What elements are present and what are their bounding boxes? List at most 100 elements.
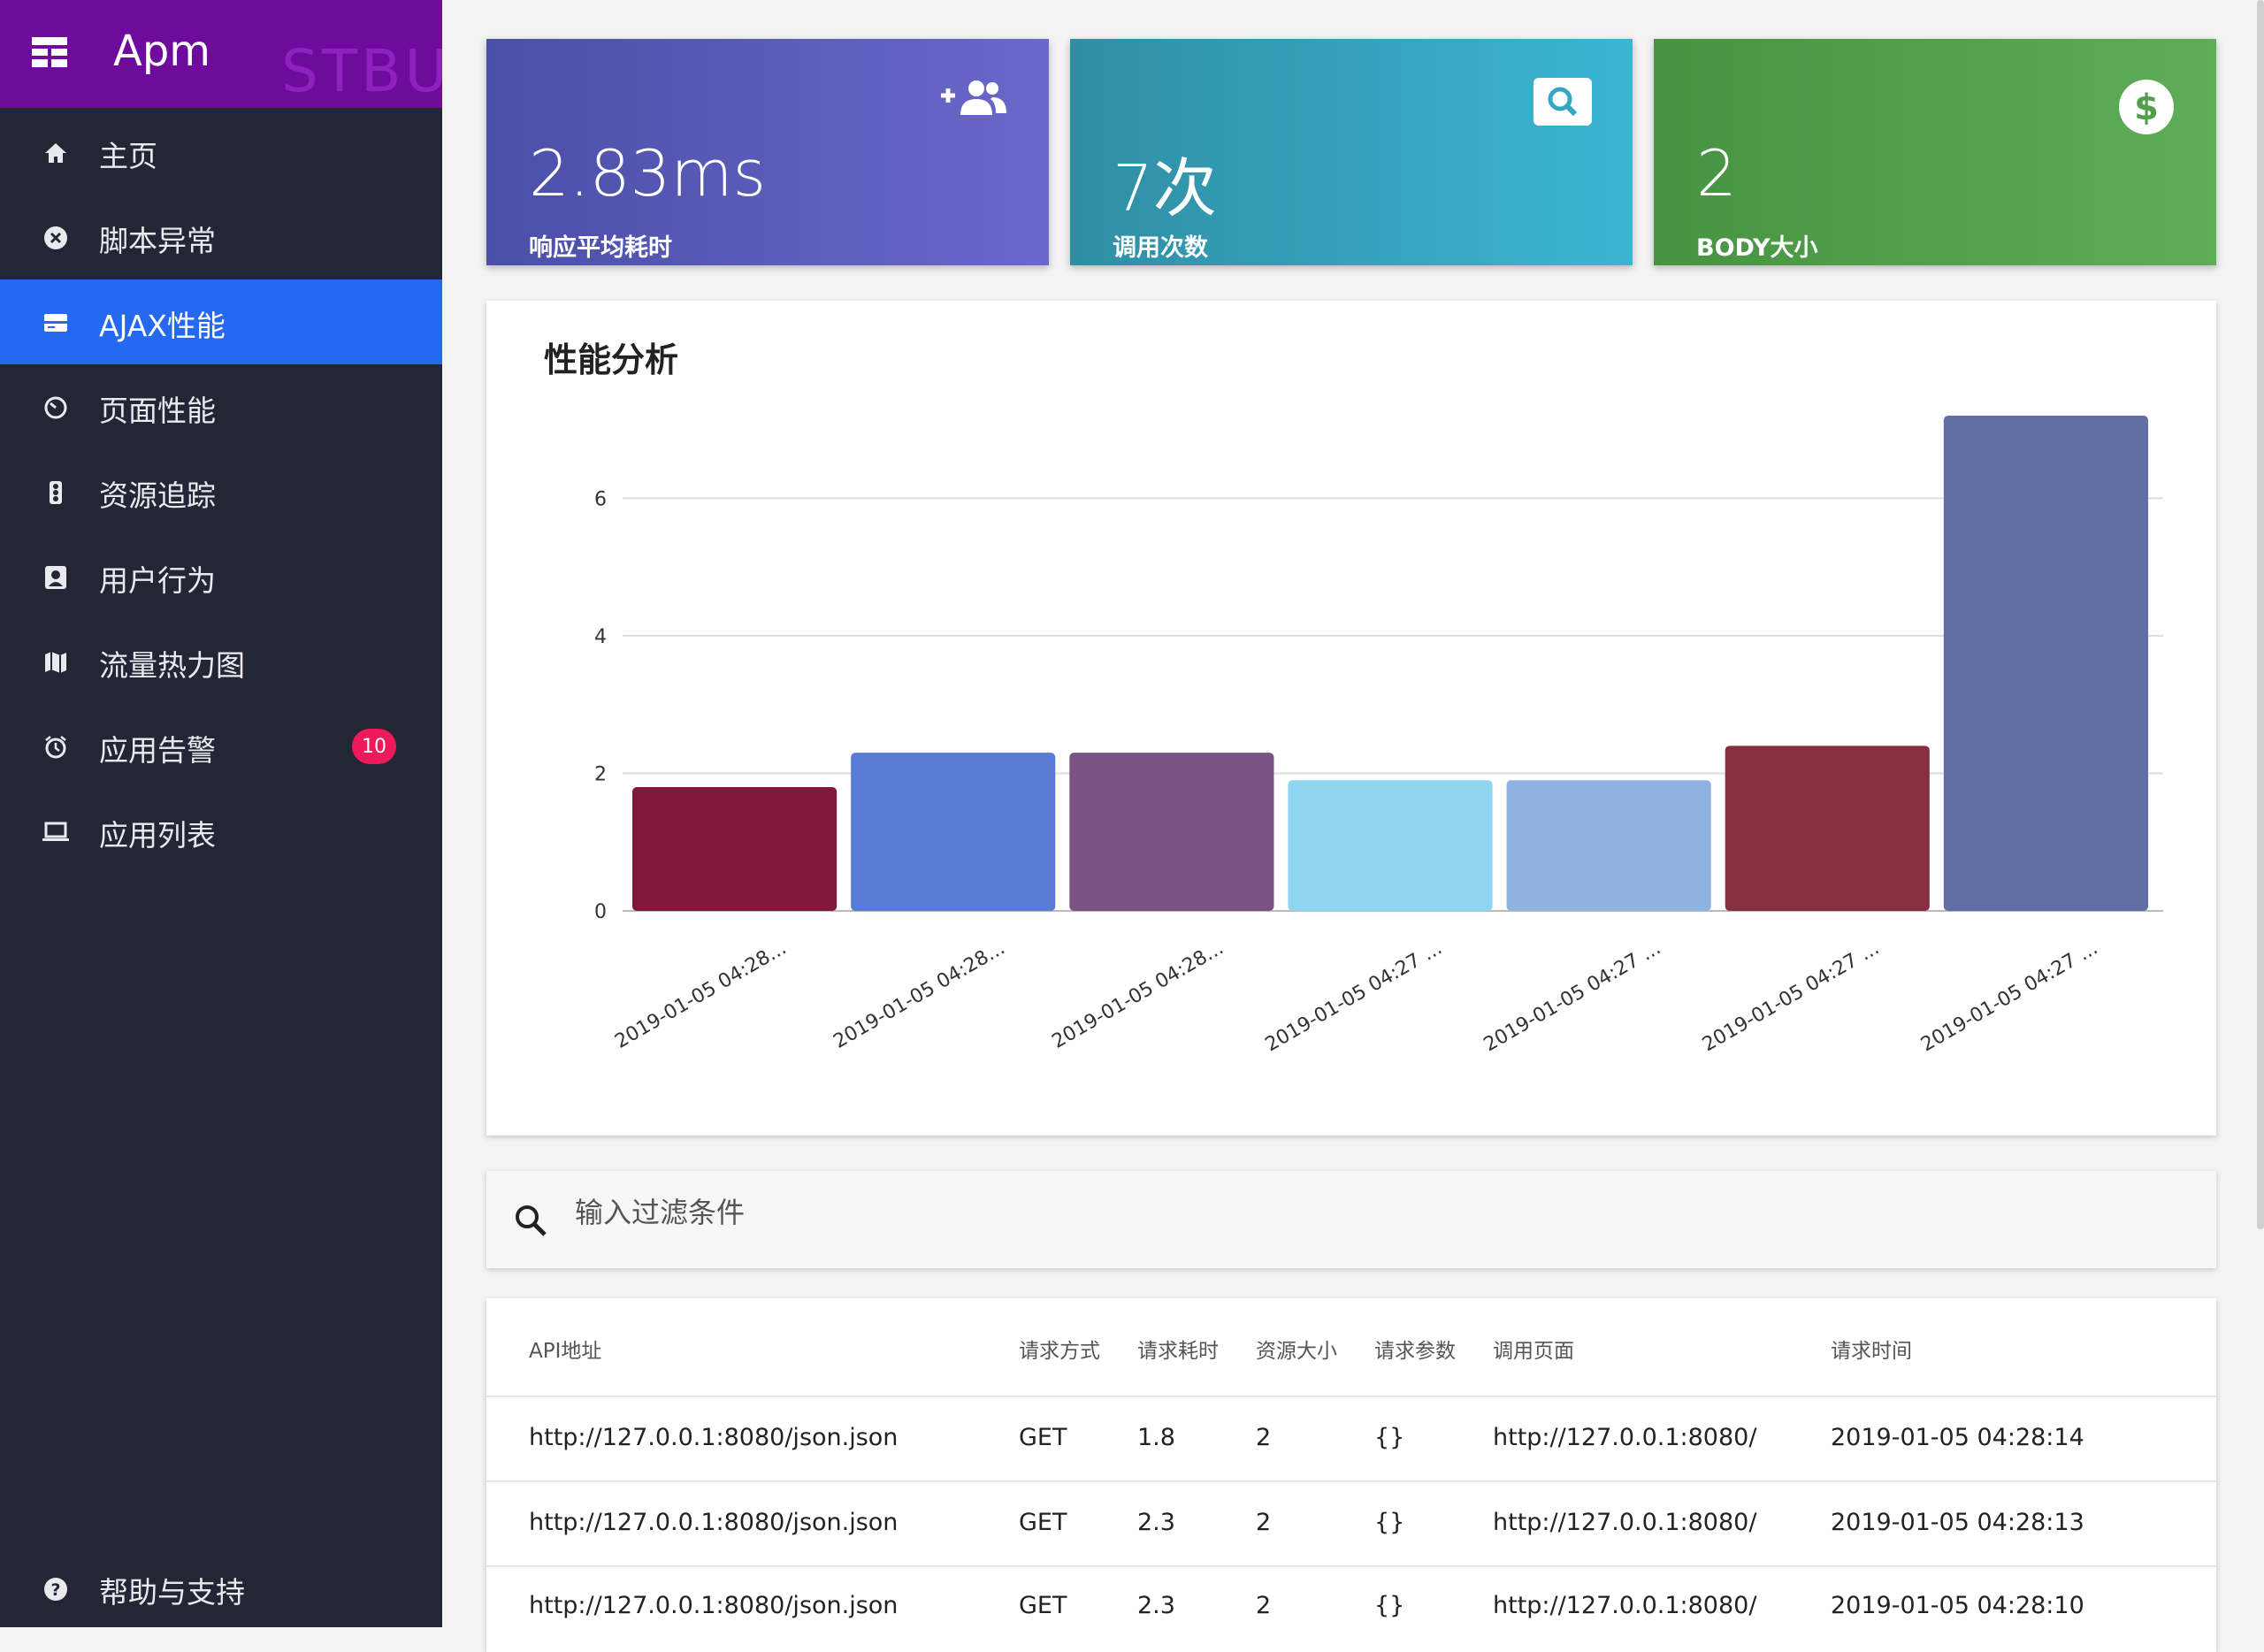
sidebar-item-page-performance[interactable]: 页面性能 — [0, 364, 442, 449]
filter-input[interactable] — [573, 1185, 1638, 1240]
cell-api-url: http://127.0.0.1:8080/json.json — [529, 1592, 899, 1619]
sidebar: Apm STBUI 主页 脚本异常 AJAX性能 页面性能 资源追踪 — [0, 0, 442, 1627]
menu-grid-icon[interactable] — [32, 37, 67, 67]
chart-bar[interactable] — [1943, 416, 2148, 911]
cell-api-url: http://127.0.0.1:8080/json.json — [529, 1509, 899, 1536]
column-header-api[interactable]: API地址 — [529, 1334, 601, 1364]
alert-count-badge: 10 — [352, 729, 396, 764]
cell-size: 2 — [1256, 1509, 1272, 1536]
app-title: Apm — [113, 27, 211, 76]
cell-method: GET — [1019, 1424, 1067, 1451]
column-header-params[interactable]: 请求参数 — [1374, 1334, 1456, 1364]
account-box-icon — [42, 564, 69, 591]
stat-label: 响应平均耗时 — [529, 234, 672, 262]
sidebar-item-label: 用户行为 — [99, 563, 216, 598]
cell-params: {} — [1374, 1424, 1405, 1451]
table-divider — [486, 1480, 2216, 1482]
table-divider — [486, 1565, 2216, 1567]
sidebar-item-label: 应用列表 — [99, 818, 216, 853]
sidebar-item-label: 应用告警 — [99, 733, 216, 768]
cell-method: GET — [1019, 1509, 1067, 1536]
column-header-time[interactable]: 请求时间 — [1831, 1334, 1912, 1364]
cell-method: GET — [1019, 1592, 1067, 1619]
cell-params: {} — [1374, 1592, 1405, 1619]
stat-label: 调用次数 — [1113, 234, 1208, 262]
x-tick-label: 2019-01-05 04:27 ... — [1480, 937, 1664, 1057]
x-tick-label: 2019-01-05 04:28... — [611, 937, 790, 1053]
cell-page: http://127.0.0.1:8080/ — [1493, 1424, 1757, 1451]
performance-bar-chart: 0 2 4 6 2019-01-05 04:28... 2019-01-05 04:28.… — [594, 416, 2163, 1057]
cell-api-url: http://127.0.0.1:8080/json.json — [529, 1424, 899, 1451]
cell-size: 2 — [1256, 1424, 1272, 1451]
cell-page: http://127.0.0.1:8080/ — [1493, 1509, 1757, 1536]
column-header-duration[interactable]: 请求耗时 — [1137, 1334, 1219, 1364]
y-tick-label: 4 — [594, 626, 607, 648]
x-tick-label: 2019-01-05 04:27 ... — [1262, 937, 1446, 1057]
y-tick-label: 2 — [594, 763, 607, 785]
stat-value: 2.83ms — [529, 136, 766, 210]
x-tick-label: 2019-01-05 04:28... — [830, 937, 1008, 1053]
cell-duration: 1.8 — [1137, 1424, 1175, 1451]
x-tick-label: 2019-01-05 04:27 ... — [1699, 937, 1883, 1057]
column-header-page[interactable]: 调用页面 — [1493, 1334, 1574, 1364]
cell-time: 2019-01-05 04:28:13 — [1831, 1509, 2084, 1536]
cell-time: 2019-01-05 04:28:14 — [1831, 1424, 2084, 1451]
cell-duration: 2.3 — [1137, 1509, 1175, 1536]
chart-bar[interactable] — [1069, 753, 1274, 911]
y-tick-label: 0 — [594, 901, 607, 923]
card-icon — [42, 310, 69, 336]
chart-bar[interactable] — [1725, 746, 1930, 911]
sidebar-item-help[interactable]: ? 帮助与支持 — [0, 1546, 442, 1631]
search-icon — [1534, 78, 1592, 126]
chart-bar[interactable] — [1288, 780, 1493, 911]
sidebar-item-ajax-performance[interactable]: AJAX性能 — [0, 279, 442, 364]
cell-page: http://127.0.0.1:8080/ — [1493, 1592, 1757, 1619]
sidebar-item-traffic-heatmap[interactable]: 流量热力图 — [0, 619, 442, 704]
brand-header: Apm STBUI — [0, 0, 442, 108]
x-tick-label: 2019-01-05 04:27 ... — [1917, 937, 2101, 1057]
chart-bar[interactable] — [851, 753, 1056, 911]
sidebar-item-label: AJAX性能 — [99, 309, 226, 343]
performance-chart-panel: 性能分析 0 2 4 6 2019-01-05 04:28... 2019-01-05 0… — [486, 301, 2216, 1136]
chart-bar[interactable] — [632, 787, 838, 911]
dollar-icon: $ — [2119, 80, 2174, 134]
sidebar-item-label: 流量热力图 — [99, 648, 245, 683]
page-scrollbar[interactable] — [2257, 0, 2264, 1229]
stat-card-call-count: 7次 调用次数 — [1070, 39, 1633, 265]
stat-value: 2 — [1696, 136, 1737, 210]
svg-text:?: ? — [50, 1580, 60, 1600]
chart-bar[interactable] — [1506, 780, 1711, 911]
search-icon[interactable] — [513, 1203, 548, 1238]
stat-value: 7次 — [1113, 151, 1217, 226]
add-group-icon — [941, 80, 1006, 115]
column-header-size[interactable]: 资源大小 — [1256, 1334, 1337, 1364]
sidebar-item-user-behavior[interactable]: 用户行为 — [0, 534, 442, 619]
column-header-method[interactable]: 请求方式 — [1019, 1334, 1100, 1364]
sidebar-item-label: 主页 — [99, 139, 157, 173]
help-icon: ? — [42, 1576, 69, 1602]
cell-duration: 2.3 — [1137, 1592, 1175, 1619]
laptop-icon — [42, 819, 69, 845]
traffic-icon — [42, 479, 69, 506]
sidebar-item-label: 资源追踪 — [99, 478, 216, 513]
svg-text:$: $ — [2134, 88, 2159, 128]
cell-params: {} — [1374, 1509, 1405, 1536]
sidebar-item-label: 脚本异常 — [99, 224, 216, 258]
y-tick-label: 6 — [594, 488, 607, 510]
stat-card-body-size: 2 BODY大小 $ — [1654, 39, 2216, 265]
map-icon — [42, 649, 69, 676]
sidebar-item-script-errors[interactable]: 脚本异常 — [0, 195, 442, 279]
sidebar-item-label: 页面性能 — [99, 394, 216, 428]
sidebar-item-app-alerts[interactable]: 应用告警 10 — [0, 704, 442, 789]
stat-label: BODY大小 — [1696, 234, 1818, 262]
timer-icon — [42, 394, 69, 421]
sidebar-item-label: 帮助与支持 — [99, 1575, 245, 1610]
x-tick-label: 2019-01-05 04:28... — [1048, 937, 1227, 1053]
home-icon — [42, 140, 69, 166]
cell-time: 2019-01-05 04:28:10 — [1831, 1592, 2084, 1619]
cell-size: 2 — [1256, 1592, 1272, 1619]
stat-card-avg-response: 2.83ms 响应平均耗时 — [486, 39, 1049, 265]
sidebar-item-app-list[interactable]: 应用列表 — [0, 789, 442, 874]
sidebar-item-resource-tracking[interactable]: 资源追踪 — [0, 449, 442, 534]
sidebar-item-home[interactable]: 主页 — [0, 110, 442, 195]
